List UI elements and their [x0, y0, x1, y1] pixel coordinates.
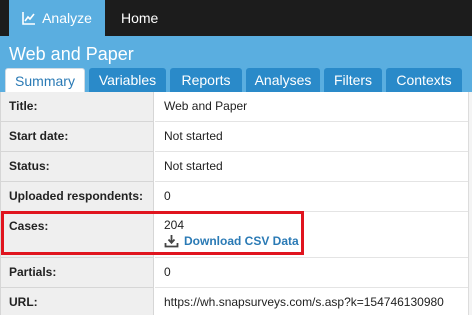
summary-row-start-date: Start date: Not started [1, 122, 472, 152]
tab-summary[interactable]: Summary [5, 68, 85, 93]
summary-panel: Title: Web and Paper Start date: Not sta… [0, 92, 472, 315]
row-label: URL: [9, 295, 38, 309]
row-label: Start date: [9, 129, 69, 143]
survey-tabs: Summary Variables Reports Analyses Filte… [0, 68, 472, 93]
line-chart-icon [22, 11, 36, 25]
tab-reports-label: Reports [181, 72, 231, 88]
scrollbar-edge[interactable] [468, 92, 472, 315]
tab-analyses[interactable]: Analyses [246, 68, 320, 92]
summary-row-status: Status: Not started [1, 152, 472, 182]
tab-contexts-label: Contexts [396, 72, 452, 88]
survey-title: Web and Paper [9, 44, 134, 64]
row-label: Uploaded respondents: [9, 189, 144, 203]
row-label: Cases: [9, 219, 49, 233]
download-csv-label: Download CSV Data [184, 234, 299, 248]
tab-variables[interactable]: Variables [89, 68, 166, 92]
tab-contexts[interactable]: Contexts [386, 68, 462, 92]
row-value: 204 [164, 218, 185, 232]
row-value: Not started [164, 129, 223, 143]
tab-filters-label: Filters [333, 72, 373, 88]
row-value: Web and Paper [164, 99, 248, 113]
row-label: Title: [9, 99, 38, 113]
top-navigation-bar: Analyze Home [0, 0, 472, 36]
summary-row-cases: Cases: 204 Download CSV Data [1, 212, 472, 258]
summary-row-uploaded: Uploaded respondents: 0 [1, 182, 472, 212]
summary-row-title: Title: Web and Paper [1, 92, 472, 122]
tab-reports[interactable]: Reports [170, 68, 242, 92]
download-csv-link[interactable]: Download CSV Data [164, 234, 299, 248]
download-tray-icon [164, 234, 179, 248]
tab-filters[interactable]: Filters [324, 68, 382, 92]
row-value: 0 [164, 265, 171, 279]
nav-home-tab[interactable]: Home [121, 0, 158, 36]
tab-analyses-label: Analyses [254, 72, 312, 88]
nav-home-label: Home [121, 10, 159, 26]
summary-row-url: URL: https://wh.snapsurveys.com/s.asp?k=… [1, 288, 472, 315]
row-label: Partials: [9, 265, 57, 279]
row-value: 0 [164, 189, 171, 203]
nav-analyze-tab[interactable]: Analyze [9, 0, 105, 36]
nav-analyze-label: Analyze [42, 10, 92, 26]
tab-variables-label: Variables [98, 72, 157, 88]
survey-url-value[interactable]: https://wh.snapsurveys.com/s.asp?k=15474… [164, 295, 444, 309]
summary-row-partials: Partials: 0 [1, 258, 472, 288]
tab-summary-label: Summary [15, 73, 75, 89]
row-label: Status: [9, 159, 50, 173]
row-value: Not started [164, 159, 223, 173]
